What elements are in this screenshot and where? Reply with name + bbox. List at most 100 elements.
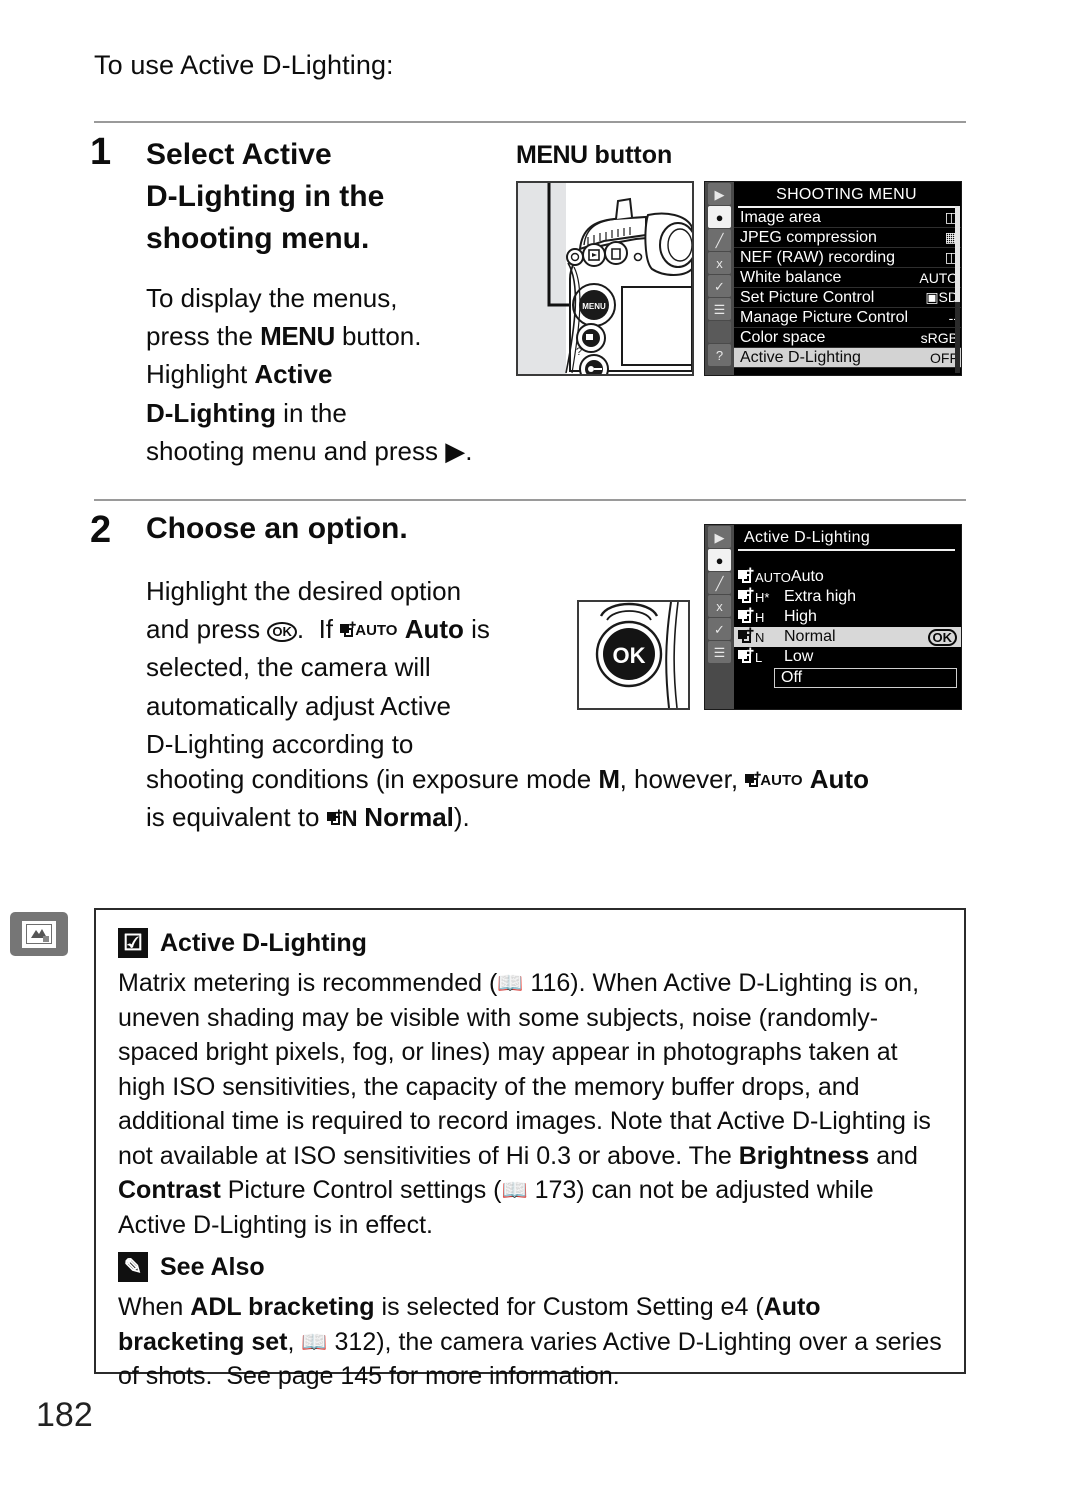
step-2-body-continued: shooting conditions (in exposure mode M,… [146,764,869,833]
playback-icon[interactable]: ▶ [708,183,731,205]
adl-option-glyph: ✚ N [738,627,784,645]
retouch-tab-icon [10,912,68,956]
adl-option-low[interactable]: ✚ L Low [734,647,961,667]
menu-row-label: Active D-Lighting [740,348,861,366]
menu-row-white-balance[interactable]: White balance AUTO [734,268,961,288]
setup-menu-icon[interactable]: x [708,595,731,617]
menu-row-value: ▣SD [921,289,958,306]
note-body: When ADL bracketing is selected for Cust… [118,1293,942,1390]
ok-button-inline-icon: OK [267,622,297,643]
adl-option-normal[interactable]: ✚ N Normal OK [734,627,961,647]
retouch-icon[interactable]: ✓ [708,275,731,297]
shooting-menu-screen[interactable]: ▶ ● ╱ x ✓ ☰ ? SHOOTING MENU Image area ◫… [704,181,962,376]
adl-icon: ✚ [738,567,754,584]
menu-row-value: AUTO [919,269,958,286]
adl-normal-tag: N [341,806,358,832]
menu-row-label: NEF (RAW) recording [740,248,895,266]
adl-option-label: Low [784,648,814,665]
menu-row-color-space[interactable]: Color space sRGB [734,328,961,348]
adl-option-tag: AUTO [755,569,791,585]
adl-icon: ✚ [738,587,754,604]
adl-ok-badge: OK [927,628,957,646]
adl-auto-icon: ✚ [340,621,356,638]
adl-option-tag: L [755,649,763,665]
retouch-glyph-svg [26,924,52,944]
adl-option-auto[interactable]: ✚ AUTO Auto [734,567,961,587]
adl-icon: ✚ [738,627,754,644]
step-2-heading: Choose an option. [146,512,408,545]
adl-option-tag: H* [755,589,770,605]
playback-icon[interactable]: ▶ [708,526,731,548]
note-title: See Also [160,1252,265,1281]
note-see-also: ✎ See Also When ADL bracketing is select… [96,1252,964,1404]
my-menu-icon[interactable]: ☰ [708,641,731,663]
shooting-menu-title: SHOOTING MENU [738,183,955,208]
menu-row-label: White balance [740,268,842,286]
help-icon[interactable]: ? [708,344,731,366]
adl-option-glyph: ✚ H* [738,587,784,605]
step-1-number: 1 [90,131,112,173]
adl-option-high[interactable]: ✚ H High [734,607,961,627]
retouch-tab-glyph [22,920,56,948]
menu-row-image-area[interactable]: Image area ◫ [734,208,961,228]
camera-back-illustration: MENU ? [516,181,694,376]
book-icon: 📖 [497,972,524,995]
menu-row-jpeg-compression[interactable]: JPEG compression ▦ [734,228,961,248]
active-d-lighting-screen[interactable]: ▶ ● ╱ x ✓ ☰ Active D-Lighting ✚ AUTO Aut… [704,524,962,710]
adl-option-label: Normal [784,628,836,645]
picture-control-icon: ▣ [925,289,939,305]
shooting-menu-icon[interactable]: ● [708,549,731,571]
section-divider-1 [94,121,966,123]
custom-settings-icon[interactable]: ╱ [708,572,731,594]
setup-menu-icon[interactable]: x [708,252,731,274]
menu-row-label: Color space [740,328,826,346]
adl-option-label: Extra high [784,588,857,605]
manual-page: To use Active D-Lighting: 1 Select Activ… [0,0,1080,1486]
book-icon: 📖 [301,1330,328,1354]
page-number: 182 [36,1396,93,1434]
custom-settings-icon[interactable]: ╱ [708,229,731,251]
caution-icon: ☑ [118,928,148,958]
rail-blank [708,321,731,343]
ok-button-illustration: OK [577,600,690,710]
retouch-icon[interactable]: ✓ [708,618,731,640]
step-2-body: Highlight the desired option and press O… [146,576,490,759]
menu-row-nef-raw-recording[interactable]: NEF (RAW) recording ◫ [734,248,961,268]
note-active-d-lighting: ☑ Active D-Lighting Matrix metering is r… [96,910,964,1252]
my-menu-icon[interactable]: ☰ [708,298,731,320]
menu-scrollbar[interactable] [955,206,960,373]
ok-button-drawing: OK [579,602,688,708]
menu-row-manage-picture-control[interactable]: Manage Picture Control -- [734,308,961,328]
shooting-menu-body: SHOOTING MENU Image area ◫ JPEG compress… [734,182,961,375]
adl-icon: ✚ [738,647,754,664]
adl-option-extra-high[interactable]: ✚ H* Extra high [734,587,961,607]
adl-icon: ✚ [738,607,754,624]
active-d-lighting-title: Active D-Lighting [738,526,955,551]
note-title: Active D-Lighting [160,928,367,957]
active-d-lighting-body: Active D-Lighting ✚ AUTO Auto ✚ H* Extra… [734,525,961,709]
menu-row-label: Image area [740,208,821,226]
pencil-icon: ✎ [118,1252,148,1282]
menu-row-active-d-lighting[interactable]: Active D-Lighting OFF [734,348,961,368]
adl-option-off[interactable]: Off [774,668,957,688]
menu-row-label: JPEG compression [740,228,877,246]
menu-row-label: Manage Picture Control [740,308,909,326]
svg-text:MENU: MENU [582,302,606,311]
adl-auto-tag-2: AUTO [760,772,803,789]
adl-spacer [734,551,961,567]
right-arrow-icon: ▶ [445,435,466,466]
adl-option-glyph: ✚ L [738,647,784,665]
menu-button-caption: MENU button [516,141,673,169]
adl-normal-icon: ✚ [326,809,343,826]
menu-row-set-picture-control[interactable]: Set Picture Control ▣SD [734,288,961,308]
lcd-rail-adl: ▶ ● ╱ x ✓ ☰ [705,525,734,709]
shooting-menu-icon[interactable]: ● [708,206,731,228]
adl-auto-icon-2: ✚ [745,771,761,788]
step-1-heading: Select Active D-Lighting in the shooting… [146,138,385,255]
menu-button-inline-glyph: MENU [260,321,335,352]
camera-back-drawing: MENU ? [518,183,692,374]
section-divider-2 [94,499,966,501]
adl-option-glyph: ✚ AUTO [738,567,791,585]
exposure-mode-m-glyph: M [598,764,620,794]
adl-auto-tag: AUTO [355,622,398,640]
